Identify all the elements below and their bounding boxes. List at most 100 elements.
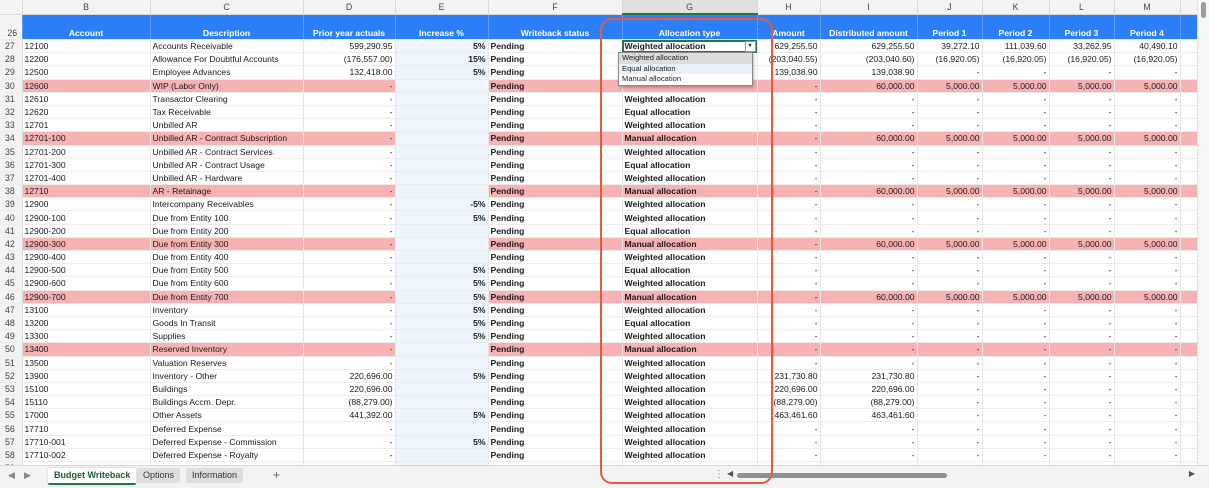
writeback-status-cell[interactable]: Pending [488,290,623,304]
increase-pct-cell[interactable] [395,105,489,120]
column-header-g[interactable]: G [622,0,758,15]
description-cell[interactable]: Due from Entity 400 [150,250,304,265]
distributed-amount-cell[interactable]: - [820,197,918,212]
row-number[interactable]: 31 [0,92,23,106]
increase-pct-cell[interactable] [395,79,489,93]
description-cell[interactable]: Due from Entity 600 [150,276,304,291]
period-1-cell[interactable]: - [917,65,983,80]
increase-pct-cell[interactable] [395,421,489,436]
tab-budget-writeback[interactable]: Budget Writeback [48,468,137,485]
period-2-cell[interactable]: - [982,276,1050,291]
period-3-cell[interactable]: - [1049,408,1115,423]
distributed-amount-cell[interactable]: 220,696.00 [820,382,918,397]
period-2-cell[interactable]: - [982,382,1050,397]
account-cell[interactable]: 12900-700 [22,290,151,304]
period-2-cell[interactable]: - [982,145,1050,159]
period-4-cell[interactable]: - [1114,224,1181,238]
writeback-status-cell[interactable]: Pending [488,210,623,225]
amount-cell[interactable]: - [757,197,821,212]
row-number[interactable]: 44 [0,263,23,278]
period-3-cell[interactable]: 5,000.00 [1049,79,1115,93]
period-4-cell[interactable]: - [1114,369,1181,383]
description-cell[interactable]: Supplies [150,329,304,344]
account-cell[interactable]: 13400 [22,342,151,357]
increase-pct-cell[interactable] [395,145,489,159]
column-header-h[interactable]: H [757,0,821,15]
amount-cell[interactable]: - [757,263,821,278]
description-cell[interactable]: Inventory - Other [150,369,304,383]
prior-year-cell[interactable]: 132,418.00 [303,65,396,80]
writeback-status-cell[interactable]: Pending [488,263,623,278]
account-cell[interactable]: 17710 [22,421,151,436]
distributed-amount-cell[interactable]: (203,040.60) [820,52,918,67]
distributed-amount-cell[interactable]: - [820,435,918,449]
writeback-status-cell[interactable]: Pending [488,197,623,212]
increase-pct-cell[interactable]: 5% [395,408,489,423]
distributed-amount-cell[interactable]: - [820,448,918,463]
writeback-status-cell[interactable]: Pending [488,52,623,67]
period-1-cell[interactable]: 5,000.00 [917,237,983,252]
period-4-cell[interactable]: 5,000.00 [1114,290,1181,304]
period-3-cell[interactable]: - [1049,382,1115,397]
account-cell[interactable]: 12701-400 [22,171,151,186]
period-3-cell[interactable]: - [1049,316,1115,331]
amount-cell[interactable]: - [757,250,821,265]
amount-cell[interactable]: - [757,435,821,449]
row-number[interactable]: 46 [0,290,23,304]
row-number[interactable]: 34 [0,131,23,146]
prior-year-cell[interactable]: - [303,448,396,463]
increase-pct-cell[interactable]: 5% [395,316,489,331]
increase-pct-cell[interactable] [395,224,489,238]
distributed-amount-cell[interactable]: - [820,118,918,133]
period-3-cell[interactable]: - [1049,421,1115,436]
increase-pct-cell[interactable]: 5% [395,290,489,304]
period-2-cell[interactable]: - [982,329,1050,344]
distributed-amount-cell[interactable]: - [820,92,918,106]
account-cell[interactable]: 12701-200 [22,145,151,159]
prior-year-cell[interactable]: - [303,316,396,331]
row-number[interactable]: 47 [0,303,23,317]
distributed-amount-cell[interactable]: - [820,263,918,278]
description-cell[interactable]: Unbilled AR - Contract Subscription [150,131,304,146]
period-4-cell[interactable]: 5,000.00 [1114,79,1181,93]
row-number[interactable]: 43 [0,250,23,265]
account-cell[interactable]: 12600 [22,79,151,93]
amount-cell[interactable]: - [757,105,821,120]
row-number[interactable]: 50 [0,342,23,357]
writeback-status-cell[interactable]: Pending [488,39,623,54]
period-3-cell[interactable]: - [1049,65,1115,80]
column-header-b[interactable]: B [22,0,151,15]
allocation-type-cell[interactable]: Weighted allocation [622,118,758,133]
description-cell[interactable]: Valuation Reserves [150,356,304,370]
period-2-cell[interactable]: 5,000.00 [982,79,1050,93]
increase-pct-cell[interactable] [395,92,489,106]
row-number[interactable]: 55 [0,408,23,423]
row-number[interactable]: 48 [0,316,23,331]
amount-cell[interactable]: - [757,342,821,357]
description-cell[interactable]: WIP (Labor Only) [150,79,304,93]
allocation-type-cell[interactable]: Weighted allocation [622,250,758,265]
prior-year-cell[interactable]: 441,392.00 [303,408,396,423]
writeback-status-cell[interactable]: Pending [488,382,623,397]
account-cell[interactable]: 12900-200 [22,224,151,238]
period-1-cell[interactable]: - [917,250,983,265]
period-3-cell[interactable]: - [1049,197,1115,212]
dropdown-option-weighted[interactable]: Weighted allocation [619,53,752,64]
row-number[interactable]: 40 [0,210,23,225]
account-cell[interactable]: 12200 [22,52,151,67]
allocation-type-cell[interactable]: Weighted allocation [622,145,758,159]
allocation-type-cell[interactable]: Manual allocation [622,131,758,146]
prior-year-cell[interactable]: 220,696.00 [303,369,396,383]
period-4-cell[interactable]: - [1114,197,1181,212]
distributed-amount-cell[interactable]: - [820,224,918,238]
period-4-cell[interactable]: - [1114,105,1181,120]
column-header-d[interactable]: D [303,0,396,15]
amount-cell[interactable]: - [757,79,821,93]
period-1-cell[interactable]: 5,000.00 [917,184,983,199]
amount-cell[interactable]: - [757,92,821,106]
prior-year-cell[interactable]: - [303,356,396,370]
row-number[interactable]: 58 [0,448,23,463]
increase-pct-cell[interactable] [395,237,489,252]
distributed-amount-cell[interactable]: - [820,250,918,265]
column-header-c[interactable]: C [150,0,304,15]
